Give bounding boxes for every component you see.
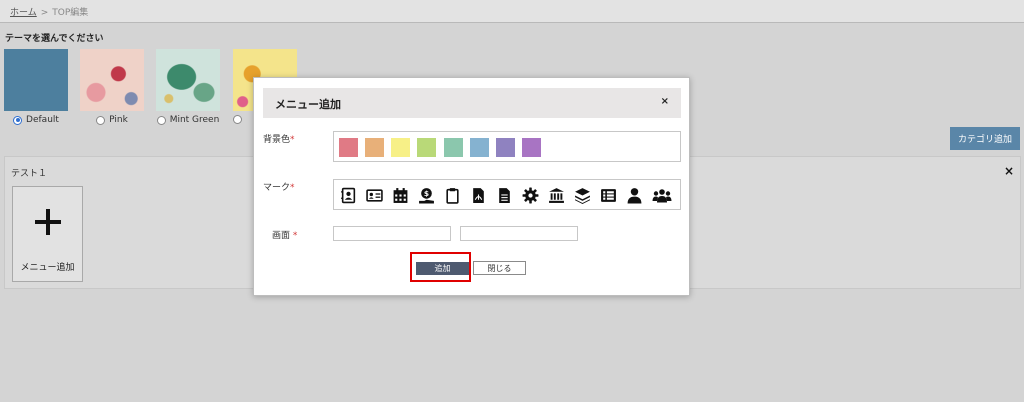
theme-pink[interactable]: Pink — [80, 49, 144, 125]
add-menu-dialog: メニュー追加 × 背景色* マーク* $ 画面 * 追加 閉じる — [253, 77, 690, 296]
mark-label-text: マーク — [263, 183, 291, 193]
contact-book-icon[interactable] — [340, 187, 357, 204]
add-category-button[interactable]: カテゴリ追加 — [950, 127, 1020, 150]
users-icon[interactable] — [652, 187, 672, 204]
svg-text:$: $ — [424, 189, 429, 198]
bg-color-label-text: 背景色 — [263, 135, 291, 145]
breadcrumb-separator: > — [40, 8, 49, 18]
dialog-close-icon[interactable]: × — [661, 96, 669, 107]
required-mark: * — [290, 183, 295, 193]
theme-heading: テーマを選んでください — [5, 34, 104, 44]
plus-icon — [35, 209, 61, 235]
screen-label: 画面 * — [272, 228, 297, 241]
breadcrumb-home-link[interactable]: ホーム — [10, 8, 37, 18]
layers-icon[interactable] — [574, 187, 591, 204]
bg-color-label: 背景色* — [263, 132, 295, 145]
breadcrumb: ホーム > TOP編集 — [0, 0, 1024, 23]
category-close-icon[interactable]: × — [1004, 164, 1014, 178]
color-swatch-lime[interactable] — [417, 138, 436, 157]
add-menu-card-label: メニュー追加 — [20, 263, 75, 273]
theme-pink-preview[interactable] — [80, 49, 144, 111]
color-swatch-purple[interactable] — [522, 138, 541, 157]
color-swatch-blue[interactable] — [470, 138, 489, 157]
screen-input-2[interactable] — [460, 226, 578, 241]
add-menu-card[interactable]: メニュー追加 — [12, 186, 83, 282]
add-button-highlight — [410, 252, 471, 282]
money-hand-icon[interactable]: $ — [418, 187, 435, 204]
breadcrumb-current: TOP編集 — [52, 8, 89, 18]
gear-icon[interactable] — [522, 187, 539, 204]
mark-label: マーク* — [263, 180, 295, 193]
color-swatch-orange[interactable] — [365, 138, 384, 157]
mark-picker: $ — [333, 179, 681, 210]
list-icon[interactable] — [600, 187, 617, 204]
required-mark: * — [292, 231, 298, 241]
dialog-header: メニュー追加 × — [263, 88, 681, 118]
theme-yellow-radio[interactable] — [233, 115, 242, 124]
category-title: テスト１ — [11, 169, 48, 179]
id-card-icon[interactable] — [366, 187, 383, 204]
theme-mint-green-preview[interactable] — [156, 49, 220, 111]
document-icon[interactable] — [496, 187, 513, 204]
theme-default-radio[interactable] — [13, 115, 23, 125]
color-swatch-teal[interactable] — [444, 138, 463, 157]
theme-default[interactable]: Default — [4, 49, 68, 125]
bank-icon[interactable] — [548, 187, 565, 204]
theme-mint-green-label: Mint Green — [169, 115, 220, 125]
color-picker — [333, 131, 681, 162]
pdf-file-icon[interactable] — [470, 187, 487, 204]
required-mark: * — [290, 135, 295, 145]
close-button[interactable]: 閉じる — [473, 261, 526, 275]
clipboard-icon[interactable] — [444, 187, 461, 204]
theme-mint-green[interactable]: Mint Green — [156, 49, 220, 125]
dialog-title: メニュー追加 — [275, 98, 341, 111]
theme-default-preview[interactable] — [4, 49, 68, 111]
user-icon[interactable] — [626, 187, 643, 204]
screen-label-text: 画面 — [272, 231, 291, 241]
theme-pink-radio[interactable] — [96, 115, 106, 125]
screen-input-1[interactable] — [333, 226, 451, 241]
theme-pink-label: Pink — [109, 115, 128, 125]
color-swatch-indigo[interactable] — [496, 138, 515, 157]
calendar-icon[interactable] — [392, 187, 409, 204]
color-swatch-yellow[interactable] — [391, 138, 410, 157]
theme-default-label: Default — [26, 115, 59, 125]
theme-mint-green-radio[interactable] — [156, 115, 166, 125]
color-swatch-red[interactable] — [339, 138, 358, 157]
